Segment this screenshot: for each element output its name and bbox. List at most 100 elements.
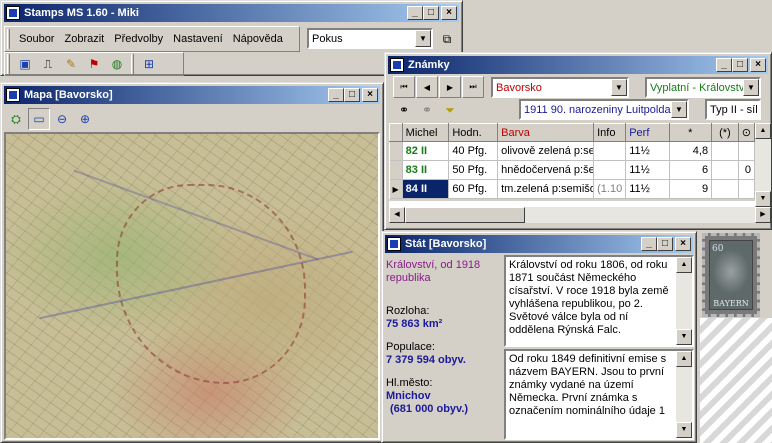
map-title-bar[interactable]: Mapa [Bavorsko] _ □ × xyxy=(4,86,380,104)
history-vscroll[interactable]: ▲ ▼ xyxy=(676,257,692,345)
stamps-vscroll[interactable]: ▲ ▼ xyxy=(755,123,771,207)
scroll-down-icon[interactable]: ▼ xyxy=(676,329,692,345)
app-icon xyxy=(6,6,20,20)
scroll-down-icon[interactable]: ▼ xyxy=(755,191,771,207)
zoom-out-icon[interactable]: ⊖ xyxy=(51,108,73,130)
map-image[interactable] xyxy=(4,132,380,440)
note-vscroll[interactable]: ▲ ▼ xyxy=(676,351,692,438)
chevron-down-icon[interactable]: ▼ xyxy=(671,101,687,118)
minimize-button[interactable]: _ xyxy=(407,6,423,20)
next-record-icon[interactable]: ▶ xyxy=(439,76,461,98)
stamps-window: Známky _ □ × ⏮ ◀ ▶ ⏭ Bavorsko ▼ Vyplatní… xyxy=(384,52,772,230)
stamp-icon[interactable]: ⎍ xyxy=(37,53,59,75)
col-barva[interactable]: Barva xyxy=(497,123,595,142)
cell-perf: 11½ xyxy=(625,179,670,199)
scroll-up-icon[interactable]: ▲ xyxy=(755,123,771,139)
table-row[interactable]: 83 II 50 Pfg. hnědočervená p:še 11½ 6 0 xyxy=(389,160,756,180)
population-value: 7 379 594 obyv. xyxy=(386,354,466,366)
last-record-icon[interactable]: ⏭ xyxy=(462,76,484,98)
cell-star-paren xyxy=(711,179,739,199)
chevron-down-icon[interactable]: ▼ xyxy=(415,30,431,47)
menu-predvolby[interactable]: Předvolby xyxy=(109,33,168,45)
country-combo[interactable]: Bavorsko ▼ xyxy=(491,77,629,98)
cell-used xyxy=(738,141,756,161)
stamps-hscroll[interactable]: ◀ ▶ xyxy=(389,207,771,223)
chevron-down-icon[interactable]: ▼ xyxy=(611,79,627,96)
scroll-up-icon[interactable]: ▲ xyxy=(676,257,692,273)
stamps-title-bar[interactable]: Známky _ □ × xyxy=(388,56,768,74)
table-row[interactable]: 82 II 40 Pfg. olivově zelená p:sem 11½ 4… xyxy=(389,141,756,161)
binoculars-icon[interactable]: ⚭ xyxy=(393,99,415,121)
state-title-bar[interactable]: Stát [Bavorsko] _ □ × xyxy=(385,235,693,253)
scroll-down-icon[interactable]: ▼ xyxy=(676,422,692,438)
map-minimize-button[interactable]: _ xyxy=(328,88,344,102)
capital-label: Hl.město: xyxy=(386,377,433,389)
state-window-icon xyxy=(387,237,401,251)
chevron-down-icon[interactable]: ▼ xyxy=(743,79,759,96)
cell-perf: 11½ xyxy=(625,160,670,180)
col-star[interactable]: * xyxy=(668,123,713,142)
binoculars-next-icon[interactable]: ⚭ xyxy=(416,99,438,121)
windows-icon[interactable]: ⧉ xyxy=(436,28,458,50)
category-combo-value: Vyplatní - Království xyxy=(650,81,743,94)
menu-napoveda[interactable]: Nápověda xyxy=(228,33,288,45)
col-michel[interactable]: Michel xyxy=(401,123,450,142)
nav-buttons: ⏮ ◀ ▶ ⏭ xyxy=(393,76,485,98)
stamps-maximize-button[interactable]: □ xyxy=(732,58,748,72)
scroll-thumb[interactable] xyxy=(405,207,525,223)
filter-icon[interactable]: ⏷ xyxy=(439,99,461,121)
capital-value: Mnichov xyxy=(386,390,431,402)
col-hodn[interactable]: Hodn. xyxy=(448,123,499,142)
globe-icon[interactable]: ◍ xyxy=(106,53,128,75)
stamps-close-button[interactable]: × xyxy=(750,58,766,72)
cell-barva: olivově zelená p:sem xyxy=(497,141,595,161)
stamp-country-name: BAYERN xyxy=(713,299,749,308)
category-combo[interactable]: Vyplatní - Království ▼ xyxy=(645,77,761,98)
cell-info xyxy=(593,160,627,180)
table-row-selected[interactable]: ▶ 84 II 60 Pfg. tm.zelená p:semišov (1.1… xyxy=(389,179,756,199)
map-close-button[interactable]: × xyxy=(362,88,378,102)
col-star-paren[interactable]: (*) xyxy=(711,123,739,142)
menu-bar: Soubor Zobrazit Předvolby Nastavení Nápo… xyxy=(4,26,300,52)
scroll-left-icon[interactable]: ◀ xyxy=(389,207,405,223)
col-used[interactable]: ⊙ xyxy=(737,123,756,142)
issue-combo[interactable]: 1911 90. narozeniny Luitpolda ▼ xyxy=(519,99,689,120)
flag-icon[interactable]: ⚑ xyxy=(83,53,105,75)
cell-hodn: 40 Pfg. xyxy=(448,141,499,161)
main-title-bar[interactable]: Stamps MS 1.60 - Miki _ □ × xyxy=(4,4,459,22)
cell-star-paren xyxy=(711,141,739,161)
catalog-icon[interactable]: ▣ xyxy=(14,53,36,75)
menu-soubor[interactable]: Soubor xyxy=(14,33,59,45)
profile-combo-value: Pokus xyxy=(312,32,343,45)
cell-michel: 84 II xyxy=(402,179,450,199)
map-toolbar: ⛭ ▭ ⊖ ⊕ xyxy=(5,108,97,130)
state-status: Království, od 1918 republika xyxy=(386,259,481,284)
first-record-icon[interactable]: ⏮ xyxy=(393,76,415,98)
edit-icon[interactable]: ✎ xyxy=(60,53,82,75)
state-window: Stát [Bavorsko] _ □ × Království, od 191… xyxy=(381,231,697,443)
col-perf[interactable]: Perf xyxy=(625,123,670,142)
close-button[interactable]: × xyxy=(441,6,457,20)
profile-combo[interactable]: Pokus ▼ xyxy=(307,28,433,49)
type-combo[interactable]: Typ II - síl xyxy=(705,99,761,120)
map-window-fit-icon[interactable]: ▭ xyxy=(28,108,50,130)
state-minimize-button[interactable]: _ xyxy=(641,237,657,251)
prev-record-icon[interactable]: ◀ xyxy=(416,76,438,98)
scroll-up-icon[interactable]: ▲ xyxy=(676,351,692,367)
map-pan-icon[interactable]: ⛭ xyxy=(5,108,27,130)
state-close-button[interactable]: × xyxy=(675,237,691,251)
zoom-in-icon[interactable]: ⊕ xyxy=(74,108,96,130)
menu-zobrazit[interactable]: Zobrazit xyxy=(59,33,109,45)
scroll-right-icon[interactable]: ▶ xyxy=(755,207,771,223)
history-text[interactable]: Království od roku 1806, od roku 1871 so… xyxy=(504,255,694,347)
maximize-button[interactable]: □ xyxy=(423,6,439,20)
cell-michel: 82 II xyxy=(402,141,450,161)
state-maximize-button[interactable]: □ xyxy=(657,237,673,251)
col-info[interactable]: Info xyxy=(593,123,627,142)
cell-star: 6 xyxy=(669,160,713,180)
map-maximize-button[interactable]: □ xyxy=(344,88,360,102)
stamps-note-text[interactable]: Od roku 1849 definitivní emise s názvem … xyxy=(504,349,694,440)
stamps-minimize-button[interactable]: _ xyxy=(716,58,732,72)
settings-icon[interactable]: ⊞ xyxy=(138,53,160,75)
menu-nastaveni[interactable]: Nastavení xyxy=(168,33,228,45)
